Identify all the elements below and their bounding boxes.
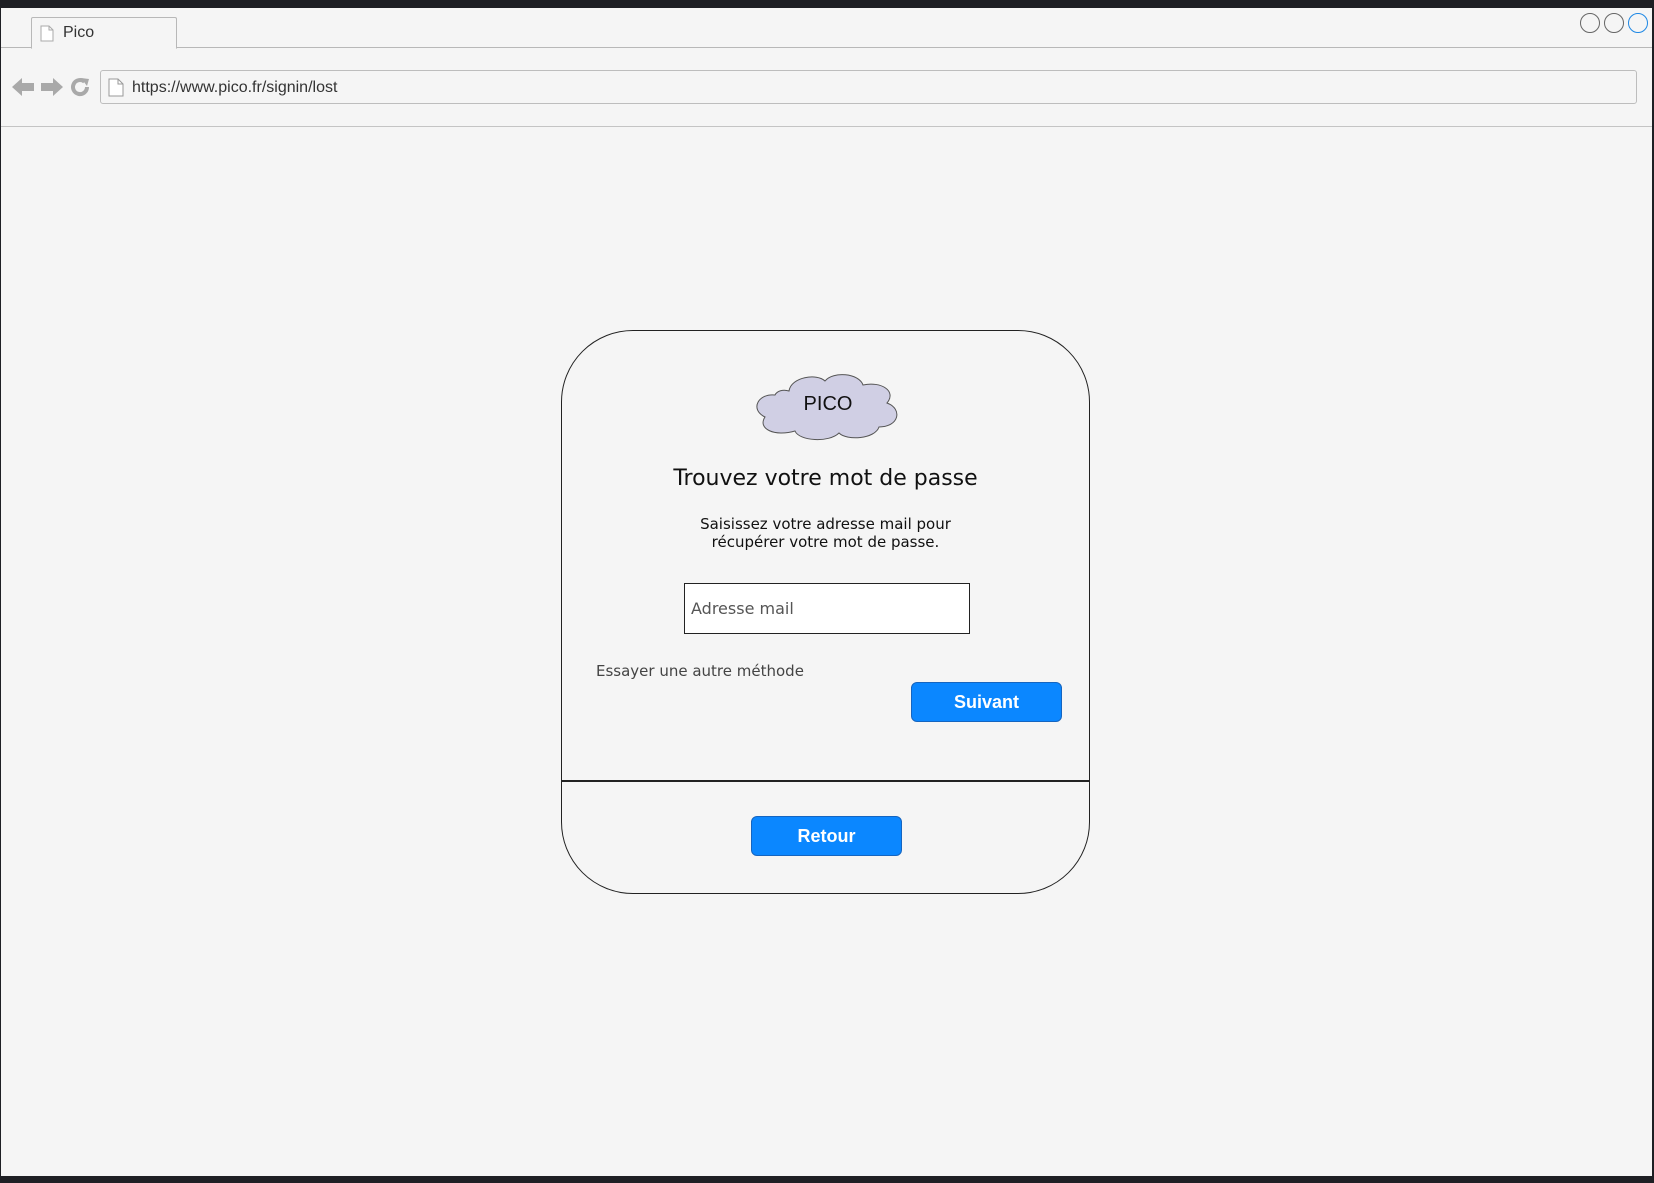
window-controls: [1580, 13, 1648, 33]
minimize-button[interactable]: [1580, 13, 1600, 33]
instructions-line-1: Saisissez votre adresse mail pour: [700, 515, 951, 533]
alternate-method-link[interactable]: Essayer une autre méthode: [596, 662, 804, 680]
nav-controls: [11, 76, 91, 102]
address-bar[interactable]: https://www.pico.fr/signin/lost: [100, 70, 1637, 104]
back-button[interactable]: Retour: [751, 816, 902, 856]
browser-window: Pico https://www.pico.fr/signin/lost PIC…: [1, 8, 1652, 1176]
reload-icon[interactable]: [69, 76, 91, 102]
tab-bar: Pico: [1, 8, 1652, 49]
page-title: Trouvez votre mot de passe: [673, 466, 978, 491]
close-button[interactable]: [1628, 13, 1648, 33]
tab-title: Pico: [63, 24, 95, 41]
forward-arrow-icon[interactable]: [40, 76, 64, 102]
next-button[interactable]: Suivant: [911, 682, 1062, 722]
password-recovery-card: PICO Trouvez votre mot de passe Saisisse…: [561, 330, 1090, 894]
maximize-button[interactable]: [1604, 13, 1624, 33]
email-field[interactable]: [684, 583, 970, 634]
browser-tab[interactable]: Pico: [31, 17, 177, 49]
divider: [562, 780, 1089, 782]
pico-logo: PICO: [751, 371, 905, 443]
url-text: https://www.pico.fr/signin/lost: [132, 79, 338, 96]
instructions-line-2: récupérer votre mot de passe.: [711, 533, 940, 551]
page-icon: [108, 78, 124, 101]
logo-text: PICO: [803, 393, 853, 415]
navigation-bar: https://www.pico.fr/signin/lost: [1, 48, 1652, 127]
instructions-text: Saisissez votre adresse mail pour récupé…: [562, 515, 1089, 551]
page-icon: [40, 25, 54, 46]
back-arrow-icon[interactable]: [11, 76, 35, 102]
